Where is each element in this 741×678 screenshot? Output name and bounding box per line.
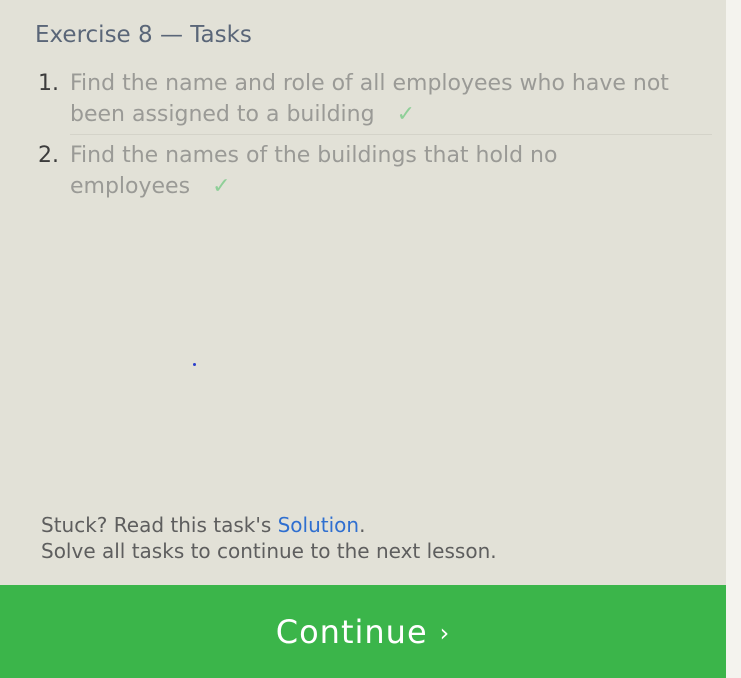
task-footer: Stuck? Read this task's Solution. Solve … bbox=[41, 512, 497, 564]
task-item-1: 1. Find the name and role of all employe… bbox=[38, 68, 712, 134]
continue-label: Continue bbox=[275, 612, 428, 651]
check-icon: ✓ bbox=[396, 102, 415, 127]
stuck-suffix: . bbox=[359, 513, 366, 537]
stuck-prefix: Stuck? Read this task's bbox=[41, 513, 278, 537]
exercise-panel: Exercise 8 — Tasks 1. Find the name and … bbox=[0, 0, 726, 678]
task-number: 2. bbox=[38, 143, 59, 168]
right-margin bbox=[726, 0, 741, 678]
task-text: Find the names of the buildings that hol… bbox=[70, 143, 558, 199]
stuck-line: Stuck? Read this task's Solution. bbox=[41, 512, 497, 538]
task-item-2: 2. Find the names of the buildings that … bbox=[38, 140, 712, 202]
exercise-heading: Exercise 8 — Tasks bbox=[35, 22, 252, 48]
task-list: 1. Find the name and role of all employe… bbox=[38, 68, 712, 202]
check-icon: ✓ bbox=[212, 174, 231, 199]
continue-button[interactable]: Continue › bbox=[0, 585, 726, 678]
task-number: 1. bbox=[38, 71, 59, 96]
chevron-right-icon: › bbox=[439, 618, 451, 647]
task-text: Find the name and role of all employees … bbox=[70, 71, 669, 127]
stray-dot bbox=[193, 363, 196, 366]
task-divider bbox=[70, 134, 712, 135]
solution-link[interactable]: Solution bbox=[278, 513, 359, 537]
continue-note: Solve all tasks to continue to the next … bbox=[41, 539, 497, 563]
